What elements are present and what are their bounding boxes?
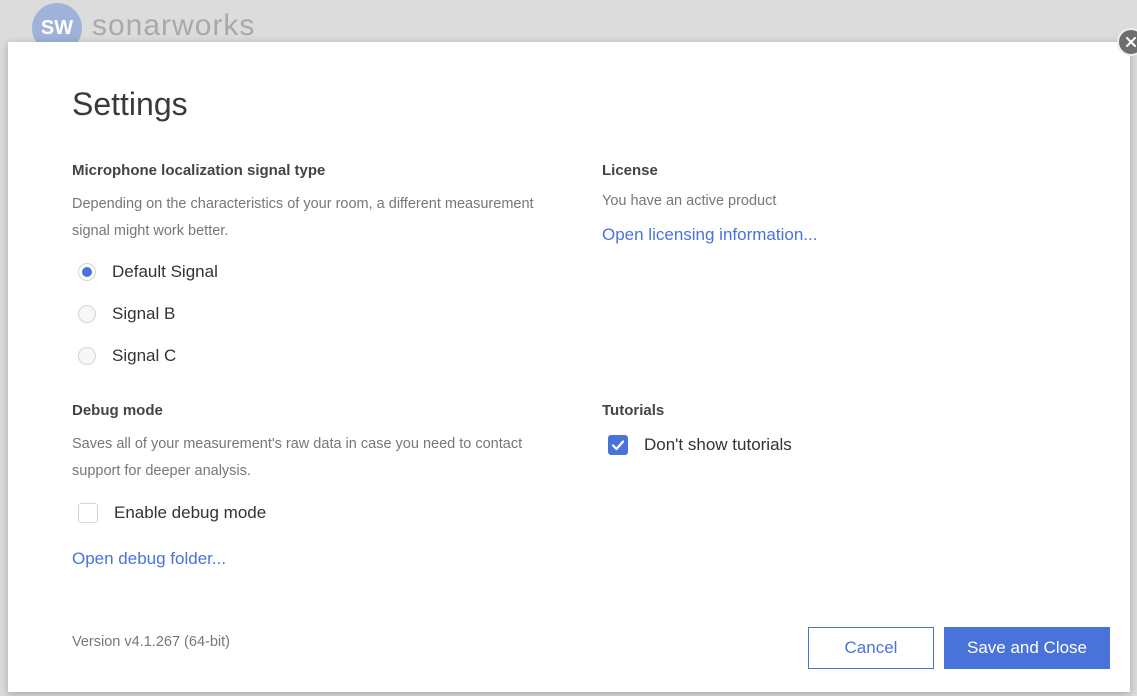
signal-options: Default Signal Signal B Signal C: [72, 251, 542, 377]
radio-label: Default Signal: [112, 262, 218, 281]
radio-default-signal[interactable]: Default Signal: [78, 251, 542, 293]
app-logo: SW sonarworks: [32, 3, 256, 53]
enable-debug-checkbox-row[interactable]: Enable debug mode: [78, 495, 542, 531]
radio-signal-b[interactable]: Signal B: [78, 293, 542, 335]
logo-text: sonarworks: [92, 9, 256, 42]
license-heading: License: [602, 162, 658, 179]
settings-dialog: Settings Microphone localization signal …: [8, 42, 1130, 692]
radio-button[interactable]: [78, 263, 96, 281]
debug-description: Saves all of your measurement's raw data…: [72, 436, 523, 479]
radio-button[interactable]: [78, 347, 96, 365]
license-section: License You have an active product Open …: [602, 162, 1072, 245]
radio-button[interactable]: [78, 305, 96, 323]
close-dialog-button[interactable]: [1117, 28, 1137, 56]
debug-section: Debug mode Saves all of your measurement…: [72, 402, 542, 569]
debug-heading: Debug mode: [72, 402, 163, 419]
radio-label: Signal C: [112, 346, 177, 365]
open-debug-folder-link[interactable]: Open debug folder...: [72, 549, 226, 568]
dont-show-tutorials-checkbox[interactable]: [608, 435, 628, 455]
checkmark-icon: [611, 440, 625, 451]
cancel-button[interactable]: Cancel: [808, 627, 934, 669]
radio-signal-c[interactable]: Signal C: [78, 335, 542, 377]
signal-type-description: Depending on the characteristics of your…: [72, 196, 534, 239]
signal-type-heading: Microphone localization signal type: [72, 162, 326, 179]
checkbox-label: Enable debug mode: [114, 503, 267, 522]
radio-label: Signal B: [112, 304, 176, 323]
dont-show-tutorials-row[interactable]: Don't show tutorials: [608, 427, 792, 463]
version-text: Version v4.1.267 (64-bit): [72, 634, 230, 650]
open-licensing-link[interactable]: Open licensing information...: [602, 225, 817, 244]
checkbox-label: Don't show tutorials: [644, 435, 792, 454]
signal-type-section: Microphone localization signal type Depe…: [72, 162, 542, 377]
license-status: You have an active product: [602, 193, 777, 209]
enable-debug-checkbox[interactable]: [78, 503, 98, 523]
close-icon: [1126, 37, 1136, 47]
save-and-close-button[interactable]: Save and Close: [944, 627, 1110, 669]
tutorials-section: Tutorials Don't show tutorials: [602, 402, 792, 463]
page-title: Settings: [72, 86, 188, 122]
tutorials-heading: Tutorials: [602, 402, 665, 419]
